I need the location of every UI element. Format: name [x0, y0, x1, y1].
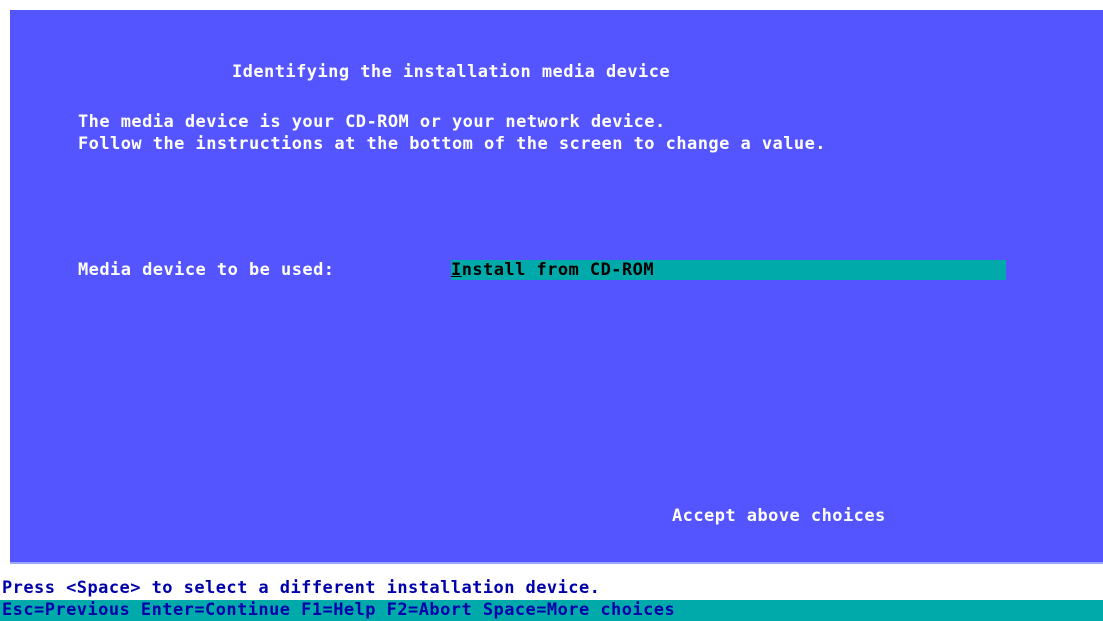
- description-line-1: The media device is your CD-ROM or your …: [78, 112, 666, 132]
- field-value-text: nstall from CD-ROM: [461, 260, 655, 280]
- status-hint: Press <Space> to select a different inst…: [0, 578, 1103, 598]
- media-device-field[interactable]: Install from CD-ROM: [451, 260, 1006, 280]
- page-title: Identifying the installation media devic…: [232, 62, 671, 82]
- key-help-bar: Esc=Previous Enter=Continue F1=Help F2=A…: [0, 600, 1103, 621]
- description-line-2: Follow the instructions at the bottom of…: [78, 134, 826, 154]
- main-panel: Identifying the installation media devic…: [10, 10, 1103, 564]
- field-cursor: I: [451, 260, 462, 280]
- installer-screen: Identifying the installation media devic…: [0, 0, 1103, 621]
- accept-choices-button[interactable]: Accept above choices: [672, 506, 886, 526]
- media-device-label: Media device to be used:: [78, 260, 335, 280]
